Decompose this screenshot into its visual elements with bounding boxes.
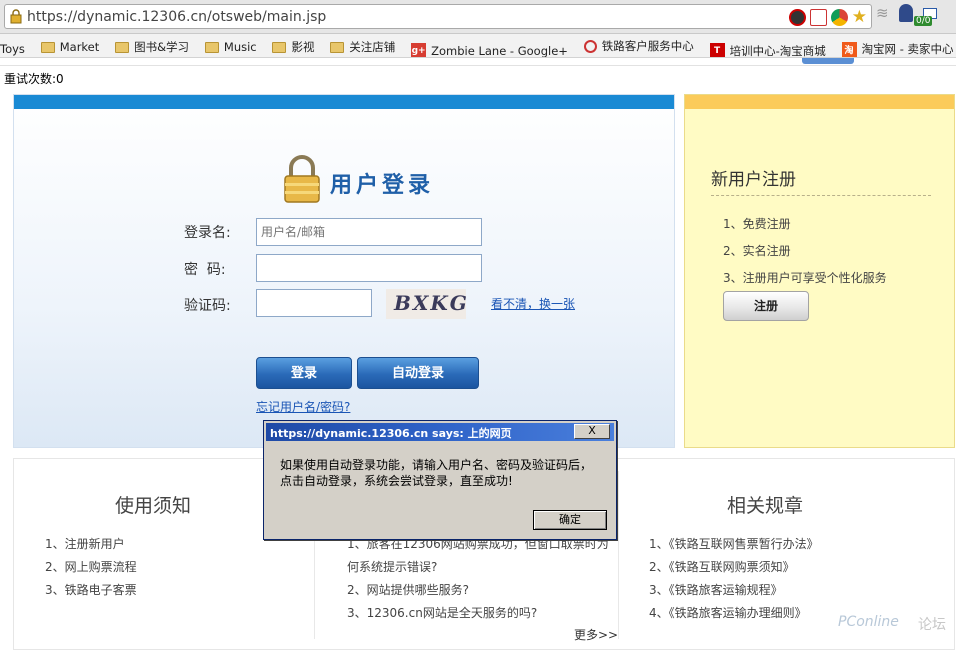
image-blocked-icon[interactable]: [809, 9, 827, 26]
faq-item-continued[interactable]: 何系统提示错误?: [347, 558, 437, 575]
padlock-icon: [284, 155, 320, 203]
dialog-close-button[interactable]: X: [574, 424, 610, 439]
folder-icon: [272, 41, 287, 53]
bookmark-movies[interactable]: 影视: [272, 35, 314, 57]
register-title: 新用户注册: [711, 170, 796, 190]
username-input[interactable]: [256, 218, 482, 246]
auto-login-button[interactable]: 自动登录: [357, 357, 479, 389]
rules-item[interactable]: 4、《铁路旅客运输办理细则》: [649, 604, 807, 621]
captcha-input[interactable]: [256, 289, 372, 317]
bookmark-music[interactable]: Music: [204, 35, 257, 57]
bookmark-tmall[interactable]: T 培训中心-淘宝商城: [709, 39, 826, 57]
register-panel-header: [685, 95, 954, 109]
register-item: 1、免费注册: [723, 217, 791, 231]
bookmark-railway[interactable]: 铁路客户服务中心: [583, 34, 694, 57]
bookmark-toys[interactable]: Toys: [0, 37, 25, 58]
bookmark-star-icon[interactable]: ★: [852, 9, 867, 26]
dialog-title: https://dynamic.12306.cn says: 上的网页: [270, 427, 512, 440]
dialog-message-line: 点击自动登录，系统会尝试登录，直至成功!: [280, 474, 513, 488]
extension-lock-icon[interactable]: [898, 4, 913, 22]
pconline-watermark: PConline 论坛: [820, 612, 956, 650]
adblock-icon[interactable]: [788, 9, 806, 26]
captcha-image[interactable]: BXKG: [386, 289, 467, 319]
alert-dialog: https://dynamic.12306.cn says: 上的网页 X 如果…: [263, 420, 617, 540]
login-panel: 用户登录 登录名: 密 码: 验证码: BXKG 看不清，换一张 登录 自动登录…: [13, 94, 675, 448]
notice-item[interactable]: 3、铁路电子客票: [45, 581, 137, 598]
register-item: 3、注册用户可享受个性化服务: [723, 271, 887, 285]
extension-badge: 0/0: [914, 16, 933, 26]
watermark-brand: PConline: [838, 614, 899, 630]
folder-icon: [40, 41, 55, 53]
lock-icon: [10, 9, 22, 24]
bookmark-taobao-seller[interactable]: 淘淘宝网 - 卖家中心: [841, 37, 954, 57]
url-box[interactable]: https://dynamic.12306.cn/otsweb/main.jsp…: [4, 4, 872, 29]
captcha-label: 验证码:: [184, 298, 231, 314]
username-label: 登录名:: [184, 225, 231, 241]
dialog-ok-button[interactable]: 确定: [533, 510, 607, 530]
rules-item[interactable]: 3、《铁路旅客运输规程》: [649, 581, 783, 598]
bookmark-shops[interactable]: 关注店铺: [330, 35, 395, 57]
retry-count: 重试次数:0: [4, 72, 64, 86]
folder-icon: [115, 41, 130, 53]
notice-item[interactable]: 1、注册新用户: [45, 535, 125, 552]
register-item: 2、实名注册: [723, 244, 791, 258]
login-panel-header: [14, 95, 674, 109]
login-button[interactable]: 登录: [256, 357, 352, 389]
dialog-message: 如果使用自动登录功能，请输入用户名、密码及验证码后， 点击自动登录，系统会尝试登…: [280, 457, 602, 489]
section-divider: [618, 471, 619, 639]
taobao-icon: 淘: [841, 41, 857, 57]
dialog-titlebar[interactable]: https://dynamic.12306.cn says: 上的网页 X: [266, 423, 614, 441]
more-link[interactable]: 更多>>: [574, 626, 618, 643]
google-plus-icon: g+: [411, 43, 427, 57]
rules-item[interactable]: 2、《铁路互联网购票须知》: [649, 558, 795, 575]
login-title: 用户登录: [330, 173, 435, 198]
forgot-password-link[interactable]: 忘记用户名/密码?: [256, 398, 350, 415]
bookmark-books[interactable]: 图书&学习: [115, 35, 189, 57]
rules-title: 相关规章: [727, 495, 804, 517]
register-button[interactable]: 注册: [723, 291, 809, 321]
password-input[interactable]: [256, 254, 482, 282]
bookmark-zombie-lane[interactable]: g+ Zombie Lane - Google+: [411, 39, 568, 57]
railway-icon: [583, 39, 597, 53]
url-text[interactable]: https://dynamic.12306.cn/otsweb/main.jsp: [27, 9, 326, 25]
chrome-icon[interactable]: [830, 9, 848, 26]
bookmarks-bar: Toys Market 图书&学习 Music 影视 关注店铺 g+ Zombie…: [0, 34, 956, 58]
watermark-suffix: 论坛: [918, 617, 946, 633]
page-content: 重试次数:0 用户登录 登录名: 密 码: 验证码: BXKG 看不清，换一张 …: [0, 58, 956, 650]
faq-item[interactable]: 2、网站提供哪些服务?: [347, 581, 469, 598]
password-label: 密 码:: [184, 262, 226, 278]
wifi-icon[interactable]: ≋: [876, 4, 889, 22]
faq-item[interactable]: 3、12306.cn网站是全天服务的吗?: [347, 604, 537, 621]
dialog-message-line: 如果使用自动登录功能，请输入用户名、密码及验证码后，: [280, 458, 593, 472]
folder-icon: [204, 41, 219, 53]
notice-item[interactable]: 2、网上购票流程: [45, 558, 137, 575]
notice-title: 使用须知: [115, 495, 192, 517]
register-panel: 新用户注册 1、免费注册 2、实名注册 3、注册用户可享受个性化服务 注册: [684, 94, 955, 448]
folder-icon: [330, 41, 345, 53]
register-divider: [711, 195, 931, 196]
top-tab-indicator: [802, 58, 854, 64]
refresh-captcha-link[interactable]: 看不清，换一张: [491, 295, 575, 312]
bookmark-market[interactable]: Market: [40, 35, 99, 57]
address-bar: https://dynamic.12306.cn/otsweb/main.jsp…: [0, 0, 956, 34]
tmall-icon: T: [709, 43, 725, 57]
rules-item[interactable]: 1、《铁路互联网售票暂行办法》: [649, 535, 819, 552]
